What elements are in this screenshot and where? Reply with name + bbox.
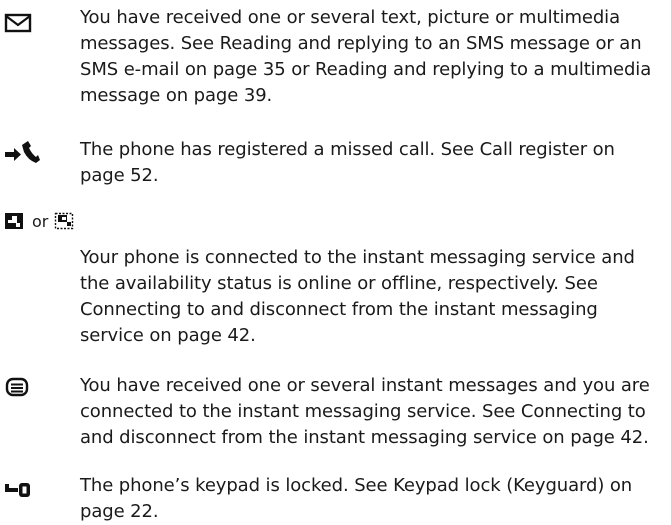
entry-im-status-text: Your phone is connected to the instant m… — [80, 247, 635, 346]
envelope-icon — [4, 12, 40, 36]
indicator-descriptions: You have received one or several text, p… — [0, 0, 671, 524]
entry-instant-messages-text: You have received one or several instant… — [80, 375, 650, 448]
im-online-icon — [4, 211, 26, 231]
keypad-lock-icon — [4, 480, 40, 504]
im-status-icons: or — [4, 208, 76, 234]
entry-messages-text: You have received one or several text, p… — [80, 7, 652, 106]
entry-missed-call-text: The phone has registered a missed call. … — [80, 139, 615, 186]
instant-message-icon — [4, 376, 40, 400]
missed-call-icon — [4, 138, 40, 163]
entry-keypad-lock-text: The phone’s keypad is locked. See Keypad… — [80, 475, 633, 522]
or-label: or — [32, 211, 49, 231]
im-offline-icon — [54, 211, 76, 231]
